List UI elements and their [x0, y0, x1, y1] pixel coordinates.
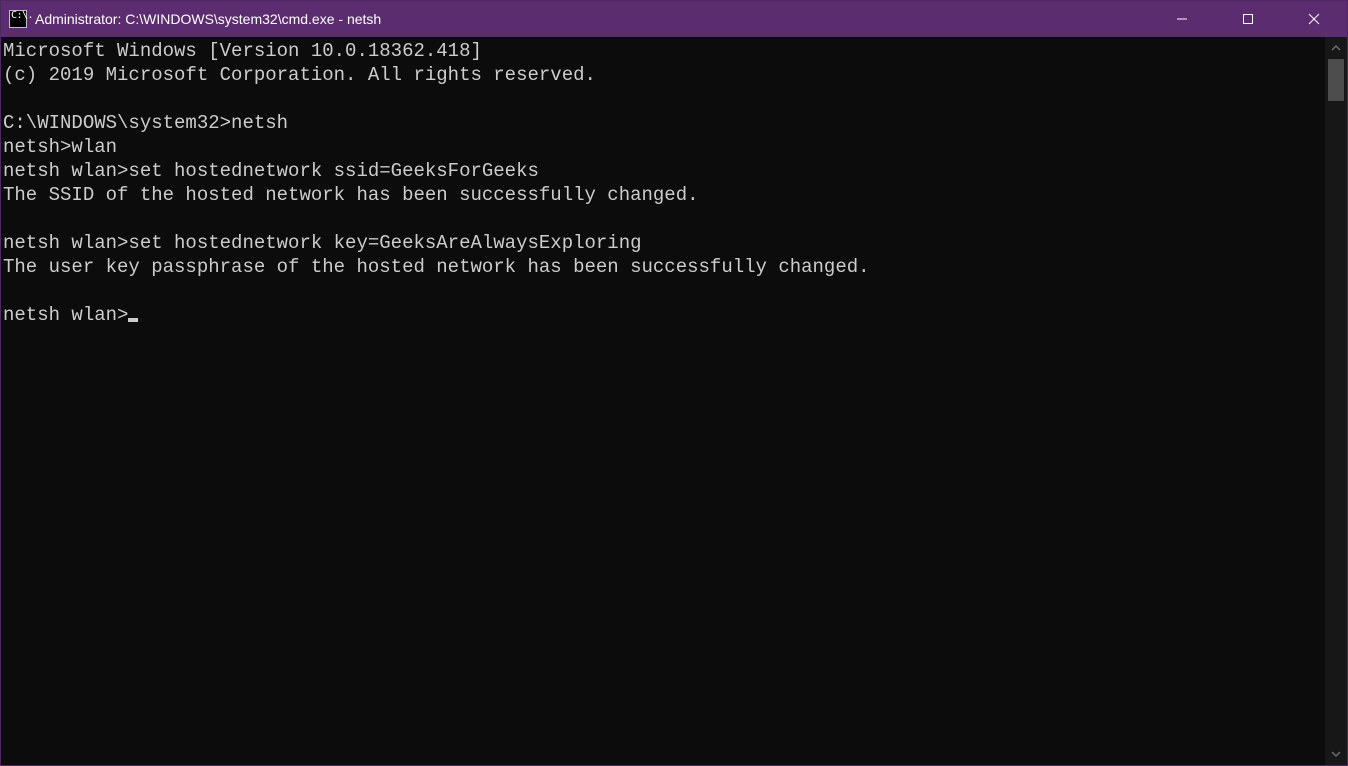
cmd-app-icon: C:\.	[9, 10, 27, 28]
chevron-up-icon	[1331, 43, 1341, 53]
terminal-output: Microsoft Windows [Version 10.0.18362.41…	[1, 37, 1325, 329]
maximize-icon	[1242, 13, 1254, 25]
terminal-line: The user key passphrase of the hosted ne…	[3, 256, 870, 278]
terminal-line: netsh wlan>set hostednetwork ssid=GeeksF…	[3, 160, 539, 182]
maximize-button[interactable]	[1215, 1, 1281, 37]
terminal-line: netsh wlan>set hostednetwork key=GeeksAr…	[3, 232, 642, 254]
window-title: Administrator: C:\WINDOWS\system32\cmd.e…	[35, 11, 381, 27]
minimize-button[interactable]	[1149, 1, 1215, 37]
terminal-line: netsh>wlan	[3, 136, 117, 158]
chevron-down-icon	[1331, 749, 1341, 759]
cmd-app-icon-label: C:\.	[11, 10, 33, 21]
minimize-icon	[1176, 13, 1188, 25]
scroll-up-button[interactable]	[1325, 37, 1347, 59]
cmd-window: C:\. Administrator: C:\WINDOWS\system32\…	[0, 0, 1348, 766]
terminal-line: (c) 2019 Microsoft Corporation. All righ…	[3, 64, 596, 86]
terminal-viewport[interactable]: Microsoft Windows [Version 10.0.18362.41…	[1, 37, 1325, 765]
window-controls	[1149, 1, 1347, 37]
titlebar-left: C:\. Administrator: C:\WINDOWS\system32\…	[1, 10, 381, 28]
scrollbar-thumb[interactable]	[1328, 59, 1344, 101]
vertical-scrollbar[interactable]	[1325, 37, 1347, 765]
scroll-down-button[interactable]	[1325, 743, 1347, 765]
terminal-line: C:\WINDOWS\system32>netsh	[3, 112, 288, 134]
terminal-prompt: netsh wlan>	[3, 304, 128, 326]
close-button[interactable]	[1281, 1, 1347, 37]
titlebar[interactable]: C:\. Administrator: C:\WINDOWS\system32\…	[1, 1, 1347, 37]
terminal-line: The SSID of the hosted network has been …	[3, 184, 699, 206]
scrollbar-track[interactable]	[1325, 59, 1347, 743]
close-icon	[1308, 13, 1320, 25]
terminal-line: Microsoft Windows [Version 10.0.18362.41…	[3, 40, 482, 62]
terminal-cursor	[128, 318, 138, 322]
client-area: Microsoft Windows [Version 10.0.18362.41…	[1, 37, 1347, 765]
